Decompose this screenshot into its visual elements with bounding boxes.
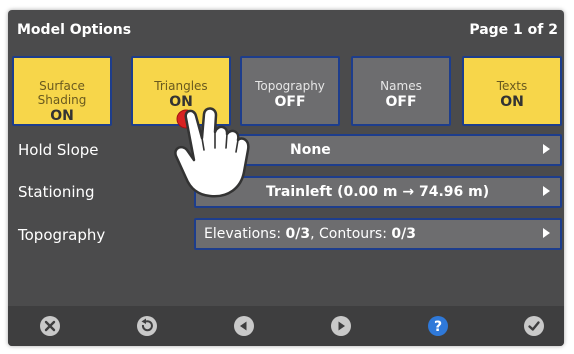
hold-slope-value: None [290,142,331,158]
topography-value: Elevations: 0/3, Contours: 0/3 [204,226,416,242]
toggle-state: ON [50,108,74,124]
contours-value: 0/3 [391,226,416,242]
toggle-label: Surface Shading [37,79,87,107]
reset-icon[interactable] [137,316,157,336]
close-icon[interactable] [40,316,60,336]
toggle-surface-shading[interactable]: Surface Shading ON [12,56,112,126]
next-icon[interactable] [331,316,351,336]
help-icon[interactable]: ? [428,316,448,336]
svg-text:?: ? [434,319,442,335]
toggle-texts[interactable]: Texts ON [462,56,562,126]
toggle-label: Triangles [154,79,208,93]
topography-field[interactable]: Elevations: 0/3, Contours: 0/3 [194,218,562,250]
elevations-label: Elevations: [204,226,286,242]
toggle-label: Topography [255,79,325,93]
stationing-label: Stationing [18,183,95,201]
confirm-icon[interactable] [524,316,544,336]
toggle-state: ON [500,94,524,110]
stationing-value: Trainleft (0.00 m → 74.96 m) [266,184,490,200]
toggle-label: Texts [496,79,528,93]
toggle-label: Names [380,79,422,93]
chevron-right-icon [543,186,550,196]
model-options-panel: Model Options Page 1 of 2 Surface Shadin… [8,10,564,346]
chevron-right-icon [543,144,550,154]
topography-label: Topography [18,226,106,244]
page-indicator: Page 1 of 2 [469,22,558,38]
contours-label: , Contours: [310,226,392,242]
toggle-state: OFF [385,94,417,110]
toggle-names[interactable]: Names OFF [351,56,451,126]
previous-icon[interactable] [234,316,254,336]
hold-slope-label: Hold Slope [18,141,99,159]
header: Model Options Page 1 of 2 [8,10,564,46]
elevations-value: 0/3 [285,226,311,242]
page-title: Model Options [17,22,132,38]
chevron-right-icon [543,228,550,238]
bottom-toolbar: ? [8,306,564,346]
tap-hand-icon [174,107,250,198]
